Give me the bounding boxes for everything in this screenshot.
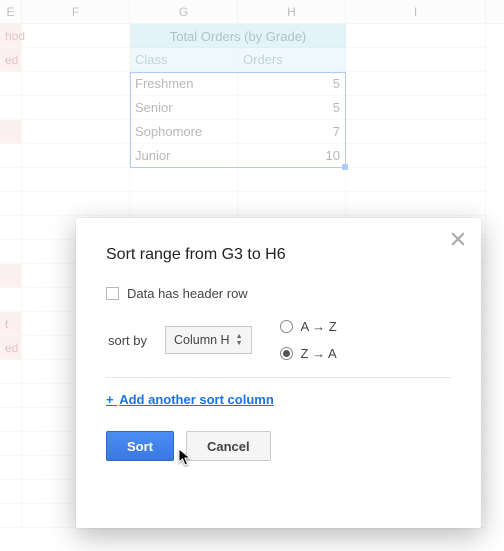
table-title[interactable] bbox=[238, 24, 346, 48]
cell[interactable] bbox=[22, 120, 130, 144]
radio-az-label: A → Z bbox=[301, 319, 337, 334]
cell[interactable] bbox=[22, 24, 130, 48]
add-sort-column-link[interactable]: + Add another sort column bbox=[106, 392, 274, 407]
cell[interactable] bbox=[22, 48, 130, 72]
sort-range-dialog: Sort range from G3 to H6 Data has header… bbox=[76, 218, 481, 528]
table-row-class[interactable]: Freshmen bbox=[130, 72, 238, 96]
header-class[interactable]: Class bbox=[130, 48, 238, 72]
cell[interactable] bbox=[346, 120, 486, 144]
cancel-button[interactable]: Cancel bbox=[186, 431, 271, 461]
divider bbox=[106, 377, 451, 378]
cell[interactable] bbox=[22, 168, 130, 192]
dialog-title: Sort range from G3 to H6 bbox=[106, 246, 451, 264]
sort-button[interactable]: Sort bbox=[106, 431, 174, 461]
cell-frag-ed[interactable]: ed bbox=[0, 48, 22, 72]
cell[interactable] bbox=[130, 192, 238, 216]
cell[interactable] bbox=[0, 168, 22, 192]
table-row-orders[interactable]: 5 bbox=[238, 96, 346, 120]
col-header-e[interactable]: E bbox=[0, 0, 22, 23]
radio-a-to-z[interactable]: A → Z bbox=[280, 319, 337, 334]
cell[interactable] bbox=[0, 144, 22, 168]
radio-za-label: Z → A bbox=[301, 346, 337, 361]
col-header-g[interactable]: G bbox=[130, 0, 238, 23]
table-row-orders[interactable]: 7 bbox=[238, 120, 346, 144]
col-header-f[interactable]: F bbox=[22, 0, 130, 23]
sort-column-select[interactable]: Column H ▲▼ bbox=[165, 326, 252, 354]
cell[interactable] bbox=[0, 360, 22, 384]
cell[interactable] bbox=[0, 240, 22, 264]
table-row-class[interactable]: Senior bbox=[130, 96, 238, 120]
cell-frag-hod[interactable]: hod bbox=[0, 24, 22, 48]
cell[interactable] bbox=[22, 96, 130, 120]
sort-by-label: sort by bbox=[106, 333, 147, 348]
header-orders[interactable]: Orders bbox=[238, 48, 346, 72]
cell[interactable] bbox=[346, 96, 486, 120]
cell[interactable] bbox=[346, 72, 486, 96]
cell[interactable] bbox=[0, 384, 22, 408]
cell[interactable] bbox=[130, 168, 238, 192]
header-row-checkbox-label: Data has header row bbox=[127, 286, 248, 301]
cell[interactable] bbox=[346, 192, 486, 216]
cell[interactable] bbox=[238, 192, 346, 216]
column-header-row: E F G H I bbox=[0, 0, 504, 24]
radio-icon[interactable] bbox=[280, 320, 293, 333]
cell[interactable] bbox=[346, 24, 486, 48]
cell[interactable] bbox=[0, 216, 22, 240]
radio-icon[interactable] bbox=[280, 347, 293, 360]
cell[interactable]: ed bbox=[0, 336, 22, 360]
cell[interactable] bbox=[0, 408, 22, 432]
checkbox-icon[interactable] bbox=[106, 287, 119, 300]
cell[interactable] bbox=[0, 432, 22, 456]
col-header-h[interactable]: H bbox=[238, 0, 346, 23]
cell[interactable] bbox=[0, 120, 22, 144]
cell[interactable] bbox=[22, 72, 130, 96]
col-header-i[interactable]: I bbox=[346, 0, 486, 23]
radio-z-to-a[interactable]: Z → A bbox=[280, 346, 337, 361]
header-row-checkbox-wrap[interactable]: Data has header row bbox=[106, 286, 451, 301]
cell[interactable] bbox=[346, 48, 486, 72]
cell[interactable] bbox=[0, 480, 22, 504]
cell[interactable] bbox=[0, 192, 22, 216]
cell[interactable] bbox=[0, 288, 22, 312]
table-row-class[interactable]: Junior bbox=[130, 144, 238, 168]
cell[interactable] bbox=[346, 168, 486, 192]
cell[interactable] bbox=[346, 144, 486, 168]
cell[interactable] bbox=[22, 192, 130, 216]
cell[interactable] bbox=[0, 504, 22, 528]
table-row-class[interactable]: Sophomore bbox=[130, 120, 238, 144]
table-row-orders[interactable]: 5 bbox=[238, 72, 346, 96]
cell[interactable] bbox=[238, 168, 346, 192]
cell[interactable]: t bbox=[0, 312, 22, 336]
table-title-left[interactable] bbox=[130, 24, 238, 48]
stepper-icon: ▲▼ bbox=[236, 333, 243, 347]
cell[interactable] bbox=[22, 144, 130, 168]
table-row-orders[interactable]: 10 bbox=[238, 144, 346, 168]
cell[interactable] bbox=[0, 72, 22, 96]
close-icon[interactable] bbox=[449, 230, 467, 248]
cell[interactable] bbox=[0, 456, 22, 480]
cell[interactable] bbox=[0, 96, 22, 120]
cell[interactable] bbox=[0, 264, 22, 288]
sort-column-value: Column H bbox=[174, 333, 230, 347]
